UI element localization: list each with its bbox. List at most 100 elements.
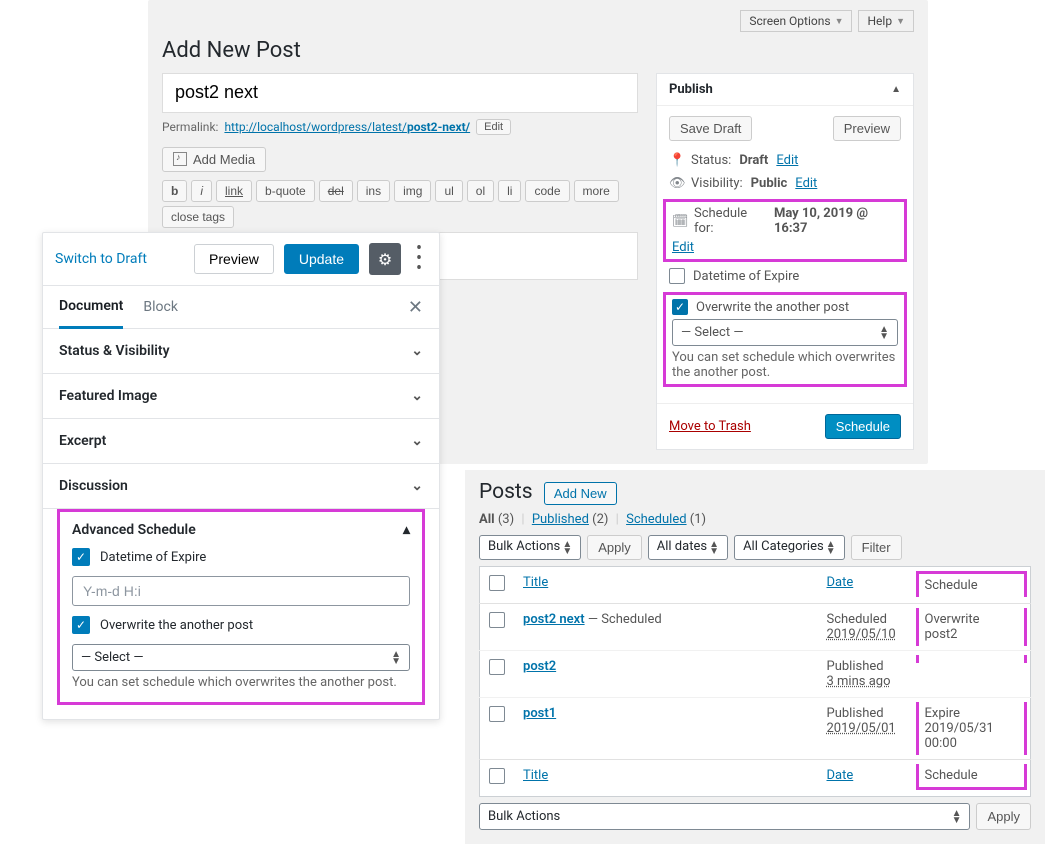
col-schedule: Schedule xyxy=(916,571,1028,597)
qt-img[interactable]: img xyxy=(394,180,431,202)
advanced-schedule-title: Advanced Schedule xyxy=(72,522,196,538)
table-row: post2 Published3 mins ago xyxy=(480,651,1031,698)
table-row: post2 next — ScheduledScheduled2019/05/1… xyxy=(480,604,1031,651)
tab-document[interactable]: Document xyxy=(59,286,123,329)
post-title-link[interactable]: post2 xyxy=(523,659,556,674)
schedule-button[interactable]: Schedule xyxy=(825,414,901,439)
panel-discussion[interactable]: Discussion⌄ xyxy=(43,464,439,509)
qt-link[interactable]: link xyxy=(216,180,252,202)
category-filter-select[interactable]: All Categories▲▼ xyxy=(734,535,845,560)
close-icon[interactable]: ✕ xyxy=(408,297,423,318)
switch-to-draft-link[interactable]: Switch to Draft xyxy=(55,251,147,267)
panel-excerpt[interactable]: Excerpt⌄ xyxy=(43,419,439,464)
add-new-button[interactable]: Add New xyxy=(544,482,617,505)
caret-up-icon[interactable]: ▴ xyxy=(403,522,410,538)
panel-status-visibility[interactable]: Status & Visibility⌄ xyxy=(43,329,439,374)
filter-published[interactable]: Published xyxy=(532,512,589,527)
col-date[interactable]: Date xyxy=(827,575,854,590)
updown-icon: ▲▼ xyxy=(391,651,401,665)
overwrite-checkbox[interactable] xyxy=(72,616,90,634)
overwrite-select[interactable]: — Select — ▲▼ xyxy=(72,644,410,671)
qt-ins[interactable]: ins xyxy=(357,180,390,202)
qt-code[interactable]: code xyxy=(525,180,569,202)
settings-gear-icon[interactable]: ⚙ xyxy=(369,243,401,275)
panel-featured-image[interactable]: Featured Image⌄ xyxy=(43,374,439,419)
filter-scheduled[interactable]: Scheduled xyxy=(626,512,686,527)
post-status-filters: All (3) | Published (2) | Scheduled (1) xyxy=(479,512,1031,527)
qt-italic[interactable]: i xyxy=(191,180,212,202)
schedule-highlight: 🗓 Schedule for: May 10, 2019 @ 16:37 Edi… xyxy=(663,199,907,262)
posts-table: Title Date Schedule post2 next — Schedul… xyxy=(479,566,1031,797)
expire-checkbox[interactable] xyxy=(669,268,685,284)
more-menu-icon[interactable]: ••• xyxy=(411,244,427,274)
updown-icon: ▲▼ xyxy=(709,541,719,555)
gutenberg-sidebar: Switch to Draft Preview Update ⚙ ••• Doc… xyxy=(42,232,440,720)
updown-icon: ▲▼ xyxy=(952,810,962,824)
chevron-down-icon: ⌄ xyxy=(411,343,423,359)
updown-icon: ▲▼ xyxy=(562,541,572,555)
publish-title: Publish xyxy=(669,82,713,97)
qt-ol[interactable]: ol xyxy=(467,180,494,202)
filter-button[interactable]: Filter xyxy=(851,535,902,560)
row-checkbox[interactable] xyxy=(489,612,505,628)
chevron-down-icon: ▼ xyxy=(835,16,844,27)
calendar-icon: 🗓 xyxy=(672,214,686,229)
select-all-checkbox[interactable] xyxy=(489,575,505,591)
media-icon xyxy=(173,152,187,166)
post-title-input[interactable] xyxy=(162,73,638,113)
col-date[interactable]: Date xyxy=(827,768,854,783)
screen-options-tab[interactable]: Screen Options▼ xyxy=(740,10,852,32)
qt-more[interactable]: more xyxy=(574,180,619,202)
overwrite-checkbox[interactable] xyxy=(672,299,688,315)
qt-quote[interactable]: b-quote xyxy=(256,180,315,202)
add-media-button[interactable]: Add Media xyxy=(162,147,266,172)
updown-icon: ▲▼ xyxy=(826,541,836,555)
help-tab[interactable]: Help▼ xyxy=(858,10,914,32)
bulk-actions-select[interactable]: Bulk Actions▲▼ xyxy=(479,535,581,560)
apply-button[interactable]: Apply xyxy=(587,535,642,560)
permalink-link[interactable]: http://localhost/wordpress/latest/post2-… xyxy=(224,120,470,134)
col-title[interactable]: Title xyxy=(523,768,548,783)
preview-button[interactable]: Preview xyxy=(833,116,901,141)
tab-block[interactable]: Block xyxy=(143,287,178,327)
quicktags-toolbar: b i link b-quote del ins img ul ol li co… xyxy=(162,180,638,228)
row-checkbox[interactable] xyxy=(489,659,505,675)
bulk-actions-select[interactable]: Bulk Actions▲▼ xyxy=(479,803,970,830)
expire-checkbox[interactable] xyxy=(72,548,90,566)
date-filter-select[interactable]: All dates▲▼ xyxy=(648,535,728,560)
page-title: Add New Post xyxy=(162,38,914,63)
chevron-down-icon: ▼ xyxy=(896,16,905,27)
visibility-edit-link[interactable]: Edit xyxy=(795,176,817,191)
save-draft-button[interactable]: Save Draft xyxy=(669,116,752,141)
pin-icon: 📍 xyxy=(669,153,683,168)
preview-button[interactable]: Preview xyxy=(194,244,274,274)
col-schedule: Schedule xyxy=(916,764,1028,790)
permalink-edit-button[interactable]: Edit xyxy=(476,119,511,135)
select-all-checkbox[interactable] xyxy=(489,768,505,784)
advanced-schedule-highlight: Advanced Schedule ▴ Datetime of Expire O… xyxy=(57,509,425,705)
eye-icon: 👁 xyxy=(669,176,683,191)
table-row: post1 Published2019/05/01Expire2019/05/3… xyxy=(480,698,1031,760)
overwrite-select[interactable]: — Select — ▲▼ xyxy=(672,319,898,346)
expire-datetime-input[interactable] xyxy=(72,576,410,606)
row-checkbox[interactable] xyxy=(489,706,505,722)
caret-up-icon[interactable]: ▲ xyxy=(891,84,901,95)
update-button[interactable]: Update xyxy=(284,244,359,274)
qt-ul[interactable]: ul xyxy=(435,180,462,202)
apply-button[interactable]: Apply xyxy=(976,803,1031,830)
overwrite-highlight: Overwrite the another post — Select — ▲▼… xyxy=(663,292,907,387)
permalink-label: Permalink: xyxy=(162,120,218,134)
post-title-link[interactable]: post1 xyxy=(523,706,556,721)
col-title[interactable]: Title xyxy=(523,575,548,590)
chevron-down-icon: ⌄ xyxy=(411,388,423,404)
move-to-trash-link[interactable]: Move to Trash xyxy=(669,419,751,434)
schedule-edit-link[interactable]: Edit xyxy=(672,240,694,255)
qt-bold[interactable]: b xyxy=(162,180,187,202)
status-edit-link[interactable]: Edit xyxy=(776,153,798,168)
chevron-down-icon: ⌄ xyxy=(411,478,423,494)
qt-close[interactable]: close tags xyxy=(162,206,234,228)
qt-del[interactable]: del xyxy=(319,180,353,202)
qt-li[interactable]: li xyxy=(498,180,521,202)
post-title-link[interactable]: post2 next xyxy=(523,612,585,627)
publish-metabox: Publish ▲ Save Draft Preview 📍 Status: D… xyxy=(656,73,914,450)
